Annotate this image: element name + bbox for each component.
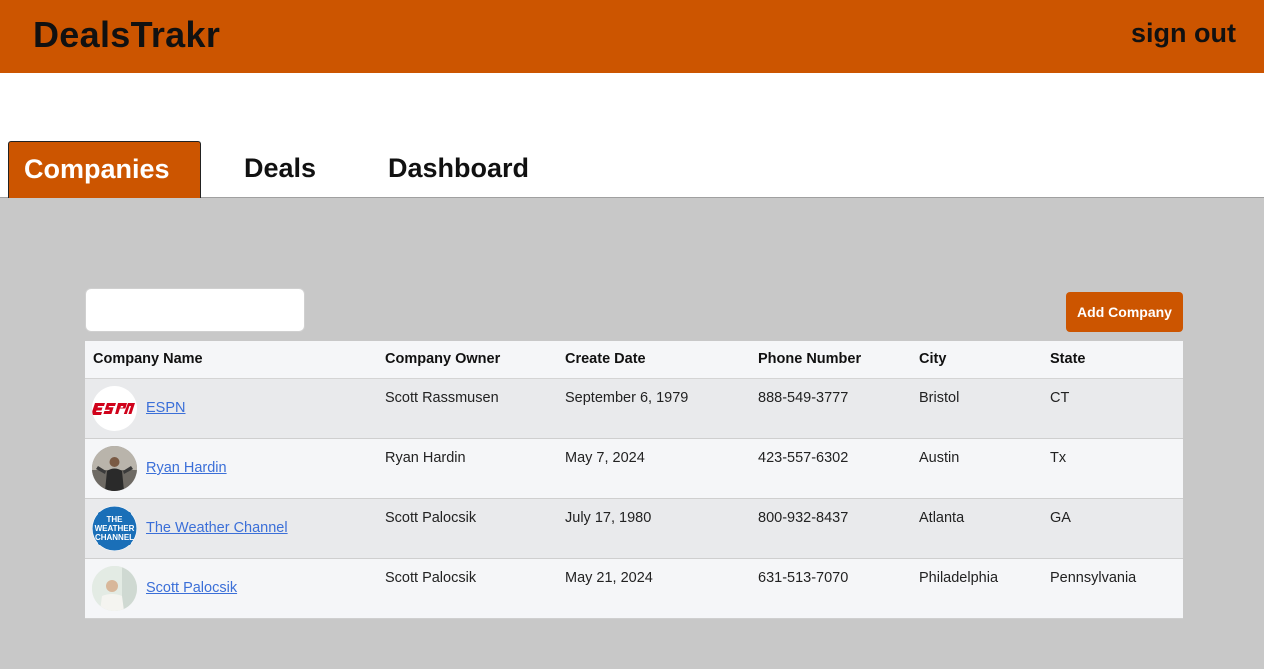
state-cell: Tx <box>1042 438 1183 499</box>
table-row[interactable]: Scott Palocsik Scott Palocsik May 21, 20… <box>85 558 1183 619</box>
company-name-link[interactable]: Scott Palocsik <box>146 580 237 596</box>
column-header-company-name[interactable]: Company Name <box>85 341 377 379</box>
logo-text-line: CHANNEL <box>95 533 134 542</box>
create-date-cell: September 6, 1979 <box>557 378 750 439</box>
sign-out-link[interactable]: sign out <box>1131 18 1236 49</box>
espn-logo-icon <box>92 385 137 431</box>
column-header-phone-number[interactable]: Phone Number <box>750 341 911 379</box>
table-header-row: Company Name Company Owner Create Date P… <box>85 341 1183 379</box>
column-header-company-owner[interactable]: Company Owner <box>377 341 557 379</box>
city-cell: Bristol <box>911 378 1042 439</box>
create-date-cell: May 7, 2024 <box>557 438 750 499</box>
state-cell: GA <box>1042 498 1183 559</box>
app-brand[interactable]: DealsTrakr <box>33 14 220 56</box>
city-cell: Atlanta <box>911 498 1042 559</box>
company-owner-cell: Scott Palocsik <box>377 558 557 619</box>
top-bar: DealsTrakr sign out <box>0 0 1264 73</box>
state-cell: CT <box>1042 378 1183 439</box>
tab-strip: Companies Deals Dashboard <box>0 73 1264 198</box>
table-row[interactable]: Ryan Hardin Ryan Hardin May 7, 2024 423-… <box>85 438 1183 499</box>
weather-channel-logo-icon: THE WEATHER CHANNEL <box>92 505 137 551</box>
column-header-create-date[interactable]: Create Date <box>557 341 750 379</box>
tab-companies[interactable]: Companies <box>8 141 201 198</box>
table-row[interactable]: ESPN Scott Rassmusen September 6, 1979 8… <box>85 378 1183 439</box>
company-name-link[interactable]: The Weather Channel <box>146 520 288 536</box>
company-owner-cell: Scott Rassmusen <box>377 378 557 439</box>
create-date-cell: May 21, 2024 <box>557 558 750 619</box>
create-date-cell: July 17, 1980 <box>557 498 750 559</box>
company-owner-cell: Ryan Hardin <box>377 438 557 499</box>
search-input[interactable] <box>85 288 305 332</box>
state-cell: Pennsylvania <box>1042 558 1183 619</box>
phone-number-cell: 888-549-3777 <box>750 378 911 439</box>
logo-text-line: WEATHER <box>95 524 135 533</box>
tab-dashboard[interactable]: Dashboard <box>388 141 529 198</box>
company-name-link[interactable]: Ryan Hardin <box>146 460 227 476</box>
phone-number-cell: 800-932-8437 <box>750 498 911 559</box>
add-company-button[interactable]: Add Company <box>1066 292 1183 332</box>
person-photo-icon <box>92 565 137 611</box>
person-photo-icon <box>92 445 137 491</box>
company-name-link[interactable]: ESPN <box>146 400 186 416</box>
tab-deals[interactable]: Deals <box>244 141 316 198</box>
column-header-city[interactable]: City <box>911 341 1042 379</box>
phone-number-cell: 423-557-6302 <box>750 438 911 499</box>
phone-number-cell: 631-513-7070 <box>750 558 911 619</box>
city-cell: Austin <box>911 438 1042 499</box>
logo-text-line: THE <box>107 515 124 524</box>
column-header-state[interactable]: State <box>1042 341 1183 379</box>
company-owner-cell: Scott Palocsik <box>377 498 557 559</box>
city-cell: Philadelphia <box>911 558 1042 619</box>
table-row[interactable]: THE WEATHER CHANNEL The Weather Channel … <box>85 498 1183 559</box>
companies-table: Company Name Company Owner Create Date P… <box>85 341 1183 619</box>
